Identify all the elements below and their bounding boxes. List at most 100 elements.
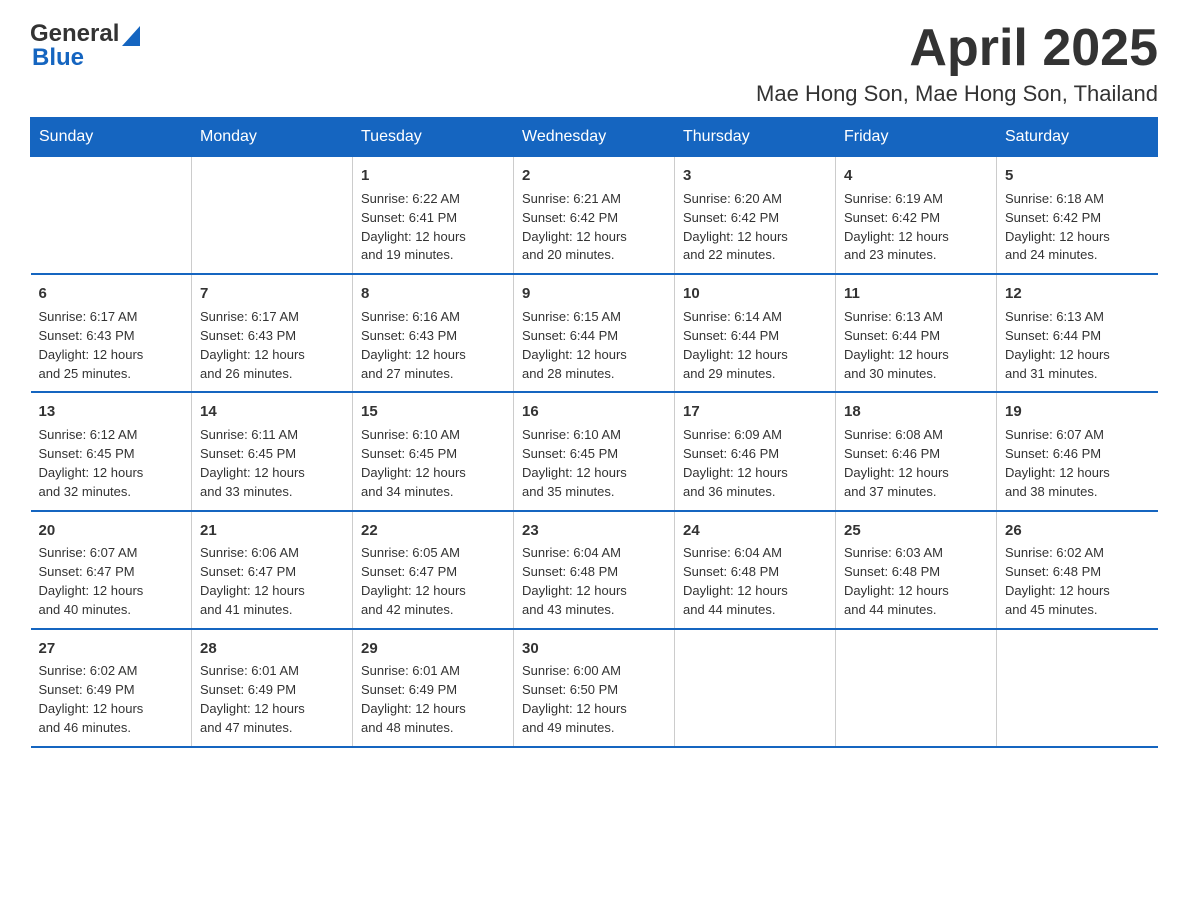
calendar-cell: 13Sunrise: 6:12 AM Sunset: 6:45 PM Dayli… xyxy=(31,392,192,510)
day-info: Sunrise: 6:02 AM Sunset: 6:49 PM Dayligh… xyxy=(39,662,184,737)
day-number: 30 xyxy=(522,638,666,660)
page-title: April 2025 xyxy=(756,20,1158,77)
day-info: Sunrise: 6:20 AM Sunset: 6:42 PM Dayligh… xyxy=(683,190,827,265)
calendar-cell: 14 Sunrise: 6:11 AM Sunset: 6:45 PM Dayli… xyxy=(192,392,353,510)
calendar-cell: 18 Sunrise: 6:08 AM Sunset: 6:46 PM Dayli… xyxy=(836,392,997,510)
day-info: Sunrise: 6:17 AM Sunset: 6:43 PM Dayligh… xyxy=(200,308,344,383)
day-info: Sunrise: 6:21 AM Sunset: 6:42 PM Dayligh… xyxy=(522,190,666,265)
calendar-cell: 11Sunrise: 6:13 AM Sunset: 6:44 PM Dayli… xyxy=(836,274,997,392)
calendar-week-row: 13Sunrise: 6:12 AM Sunset: 6:45 PM Dayli… xyxy=(31,392,1158,510)
calendar-cell: 22Sunrise: 6:05 AM Sunset: 6:47 PM Dayli… xyxy=(353,511,514,629)
day-info: Sunrise: 6:08 AM Sunset: 6:46 PM Dayligh… xyxy=(844,426,988,501)
day-info: Sunrise: 6:13 AM Sunset: 6:44 PM Dayligh… xyxy=(1005,308,1150,383)
logo-triangle-icon xyxy=(122,26,140,46)
day-info: Sunrise: 6:18 AM Sunset: 6:42 PM Dayligh… xyxy=(1005,190,1150,265)
day-number: 21 xyxy=(200,520,344,542)
calendar-cell: 12 Sunrise: 6:13 AM Sunset: 6:44 PM Dayli… xyxy=(997,274,1158,392)
day-number: 9 xyxy=(522,283,666,305)
day-info: Sunrise: 6:06 AM Sunset: 6:47 PM Dayligh… xyxy=(200,544,344,619)
calendar-cell xyxy=(836,629,997,747)
day-number: 14 xyxy=(200,401,344,423)
calendar-cell: 9 Sunrise: 6:15 AM Sunset: 6:44 PM Daylig… xyxy=(514,274,675,392)
day-info: Sunrise: 6:04 AM Sunset: 6:48 PM Dayligh… xyxy=(683,544,827,619)
day-info: Sunrise: 6:07 AM Sunset: 6:46 PM Dayligh… xyxy=(1005,426,1150,501)
day-number: 28 xyxy=(200,638,344,660)
calendar-cell: 5Sunrise: 6:18 AM Sunset: 6:42 PM Daylig… xyxy=(997,157,1158,275)
day-number: 6 xyxy=(39,283,184,305)
header-cell-monday: Monday xyxy=(192,118,353,157)
day-number: 11 xyxy=(844,283,988,305)
calendar-cell: 21Sunrise: 6:06 AM Sunset: 6:47 PM Dayli… xyxy=(192,511,353,629)
page-header: General Blue April 2025 Mae Hong Son, Ma… xyxy=(30,20,1158,107)
day-info: Sunrise: 6:16 AM Sunset: 6:43 PM Dayligh… xyxy=(361,308,505,383)
header-cell-wednesday: Wednesday xyxy=(514,118,675,157)
day-number: 8 xyxy=(361,283,505,305)
day-number: 17 xyxy=(683,401,827,423)
day-number: 7 xyxy=(200,283,344,305)
header-cell-friday: Friday xyxy=(836,118,997,157)
day-number: 2 xyxy=(522,165,666,187)
header-cell-tuesday: Tuesday xyxy=(353,118,514,157)
header-cell-thursday: Thursday xyxy=(675,118,836,157)
day-number: 23 xyxy=(522,520,666,542)
day-info: Sunrise: 6:15 AM Sunset: 6:44 PM Dayligh… xyxy=(522,308,666,383)
day-info: Sunrise: 6:22 AM Sunset: 6:41 PM Dayligh… xyxy=(361,190,505,265)
day-number: 16 xyxy=(522,401,666,423)
calendar-cell: 8 Sunrise: 6:16 AM Sunset: 6:43 PM Daylig… xyxy=(353,274,514,392)
calendar-cell xyxy=(675,629,836,747)
calendar-cell xyxy=(31,157,192,275)
day-info: Sunrise: 6:01 AM Sunset: 6:49 PM Dayligh… xyxy=(361,662,505,737)
calendar-cell: 26Sunrise: 6:02 AM Sunset: 6:48 PM Dayli… xyxy=(997,511,1158,629)
day-number: 4 xyxy=(844,165,988,187)
calendar-cell: 30Sunrise: 6:00 AM Sunset: 6:50 PM Dayli… xyxy=(514,629,675,747)
day-info: Sunrise: 6:10 AM Sunset: 6:45 PM Dayligh… xyxy=(361,426,505,501)
calendar-week-row: 20Sunrise: 6:07 AM Sunset: 6:47 PM Dayli… xyxy=(31,511,1158,629)
calendar-cell: 23Sunrise: 6:04 AM Sunset: 6:48 PM Dayli… xyxy=(514,511,675,629)
calendar-cell: 3 Sunrise: 6:20 AM Sunset: 6:42 PM Daylig… xyxy=(675,157,836,275)
header-cell-sunday: Sunday xyxy=(31,118,192,157)
day-info: Sunrise: 6:05 AM Sunset: 6:47 PM Dayligh… xyxy=(361,544,505,619)
header-row: SundayMondayTuesdayWednesdayThursdayFrid… xyxy=(31,118,1158,157)
day-number: 29 xyxy=(361,638,505,660)
day-number: 25 xyxy=(844,520,988,542)
calendar-cell: 27Sunrise: 6:02 AM Sunset: 6:49 PM Dayli… xyxy=(31,629,192,747)
day-info: Sunrise: 6:07 AM Sunset: 6:47 PM Dayligh… xyxy=(39,544,184,619)
day-info: Sunrise: 6:01 AM Sunset: 6:49 PM Dayligh… xyxy=(200,662,344,737)
calendar-cell: 20Sunrise: 6:07 AM Sunset: 6:47 PM Dayli… xyxy=(31,511,192,629)
day-info: Sunrise: 6:04 AM Sunset: 6:48 PM Dayligh… xyxy=(522,544,666,619)
day-info: Sunrise: 6:10 AM Sunset: 6:45 PM Dayligh… xyxy=(522,426,666,501)
calendar-week-row: 1 Sunrise: 6:22 AM Sunset: 6:41 PM Daylig… xyxy=(31,157,1158,275)
day-number: 3 xyxy=(683,165,827,187)
day-number: 27 xyxy=(39,638,184,660)
logo: General Blue xyxy=(30,20,140,72)
day-number: 24 xyxy=(683,520,827,542)
calendar-cell: 29Sunrise: 6:01 AM Sunset: 6:49 PM Dayli… xyxy=(353,629,514,747)
location-subtitle: Mae Hong Son, Mae Hong Son, Thailand xyxy=(756,81,1158,107)
day-number: 18 xyxy=(844,401,988,423)
calendar-header: SundayMondayTuesdayWednesdayThursdayFrid… xyxy=(31,118,1158,157)
day-number: 26 xyxy=(1005,520,1150,542)
calendar-cell: 24Sunrise: 6:04 AM Sunset: 6:48 PM Dayli… xyxy=(675,511,836,629)
calendar-cell xyxy=(997,629,1158,747)
day-info: Sunrise: 6:12 AM Sunset: 6:45 PM Dayligh… xyxy=(39,426,184,501)
day-number: 20 xyxy=(39,520,184,542)
day-number: 19 xyxy=(1005,401,1150,423)
day-info: Sunrise: 6:03 AM Sunset: 6:48 PM Dayligh… xyxy=(844,544,988,619)
day-number: 10 xyxy=(683,283,827,305)
day-info: Sunrise: 6:11 AM Sunset: 6:45 PM Dayligh… xyxy=(200,426,344,501)
day-info: Sunrise: 6:14 AM Sunset: 6:44 PM Dayligh… xyxy=(683,308,827,383)
logo-blue-text: Blue xyxy=(32,44,84,72)
calendar-cell: 4Sunrise: 6:19 AM Sunset: 6:42 PM Daylig… xyxy=(836,157,997,275)
day-number: 1 xyxy=(361,165,505,187)
header-cell-saturday: Saturday xyxy=(997,118,1158,157)
day-info: Sunrise: 6:00 AM Sunset: 6:50 PM Dayligh… xyxy=(522,662,666,737)
calendar-cell: 15Sunrise: 6:10 AM Sunset: 6:45 PM Dayli… xyxy=(353,392,514,510)
day-number: 22 xyxy=(361,520,505,542)
day-info: Sunrise: 6:09 AM Sunset: 6:46 PM Dayligh… xyxy=(683,426,827,501)
calendar-cell: 1 Sunrise: 6:22 AM Sunset: 6:41 PM Daylig… xyxy=(353,157,514,275)
day-number: 12 xyxy=(1005,283,1150,305)
calendar-body: 1 Sunrise: 6:22 AM Sunset: 6:41 PM Daylig… xyxy=(31,157,1158,747)
calendar-cell: 16 Sunrise: 6:10 AM Sunset: 6:45 PM Dayli… xyxy=(514,392,675,510)
calendar-table: SundayMondayTuesdayWednesdayThursdayFrid… xyxy=(30,117,1158,748)
calendar-cell: 2 Sunrise: 6:21 AM Sunset: 6:42 PM Daylig… xyxy=(514,157,675,275)
